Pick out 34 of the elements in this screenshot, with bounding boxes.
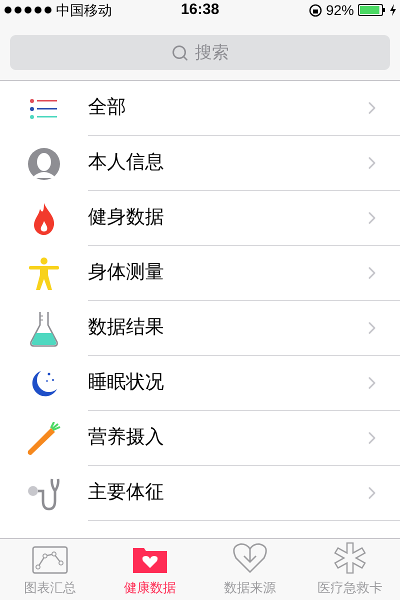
row-label: 全部 xyxy=(88,96,127,120)
row-label: 睡眠状况 xyxy=(88,370,165,395)
battery-icon xyxy=(358,4,386,16)
carrot-icon xyxy=(27,422,61,456)
chart-icon xyxy=(32,546,68,574)
signal-icon xyxy=(4,6,54,14)
battery-percent: 92% xyxy=(326,0,354,20)
category-row[interactable]: 数据结果 xyxy=(0,301,400,356)
row-label: 营养摄入 xyxy=(88,426,165,450)
stethoscope-icon xyxy=(27,476,61,510)
search-icon xyxy=(171,44,189,62)
row-label: 身体测量 xyxy=(88,260,165,285)
flask-icon xyxy=(29,310,59,346)
carrier-name: 中国移动 xyxy=(56,0,112,20)
category-row[interactable]: 睡眠状况 xyxy=(0,356,400,411)
asterisk-icon xyxy=(334,542,366,574)
row-label: 本人信息 xyxy=(88,150,165,175)
rotation-lock-icon xyxy=(308,4,322,16)
status-time: 16:38 xyxy=(180,0,220,20)
row-label: 数据结果 xyxy=(88,316,165,340)
row-label: 健身数据 xyxy=(88,206,165,230)
row-label: 主要体征 xyxy=(88,480,165,505)
folder-heart-icon xyxy=(132,546,168,574)
category-row[interactable]: 本人信息 xyxy=(0,136,400,191)
heart-download-icon xyxy=(232,542,268,574)
category-row[interactable]: 全部 xyxy=(0,81,400,136)
category-row[interactable]: 身体测量 xyxy=(0,246,400,301)
person-icon xyxy=(28,148,60,180)
category-row[interactable]: 主要体征 xyxy=(0,466,400,521)
category-row[interactable]: 营养摄入 xyxy=(0,411,400,466)
category-row[interactable]: 健身数据 xyxy=(0,191,400,246)
body-figure-icon xyxy=(28,256,60,290)
flame-icon xyxy=(33,202,55,234)
list-icon xyxy=(29,98,59,120)
